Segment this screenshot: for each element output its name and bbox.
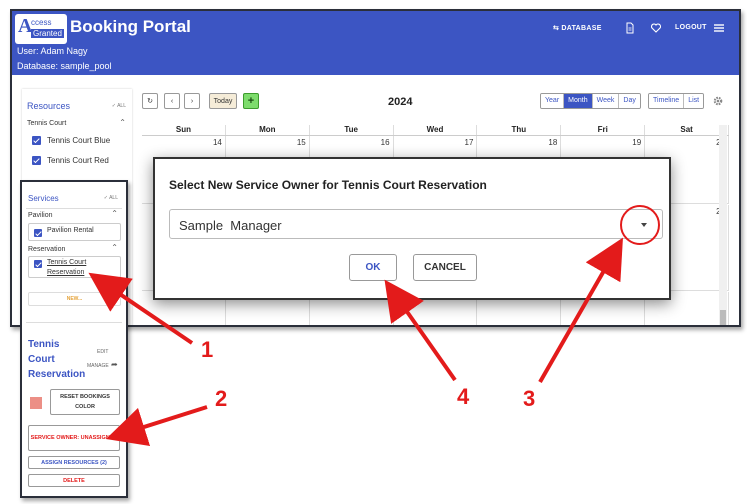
service-owner-dialog: Select New Service Owner for Tennis Cour… bbox=[153, 157, 671, 300]
services-panel: Services ✓ ALL Pavilion ⌃ Pavilion Renta… bbox=[20, 180, 128, 498]
service-card-tennis-court-reservation[interactable]: Tennis Court Reservation bbox=[28, 256, 121, 278]
service-item[interactable]: Tennis Court Reservation bbox=[34, 258, 102, 278]
calendar-scrollbar[interactable] bbox=[719, 125, 727, 325]
divider bbox=[26, 322, 122, 323]
checkbox-checked-icon[interactable] bbox=[34, 260, 42, 268]
service-item-link[interactable]: Tennis Court Reservation bbox=[47, 258, 102, 278]
logout-button[interactable]: LOGOUT bbox=[675, 24, 707, 31]
resources-heading[interactable]: Resources bbox=[27, 101, 70, 111]
settings-gear-icon[interactable] bbox=[712, 95, 724, 107]
view-switcher: Year Month Week Day bbox=[540, 93, 641, 109]
arrow-2 bbox=[105, 405, 208, 447]
services-heading[interactable]: Services bbox=[28, 194, 59, 203]
scrollbar-thumb[interactable] bbox=[720, 310, 726, 325]
logo-text-top: ccess bbox=[31, 18, 52, 27]
service-group-reservation: Reservation bbox=[28, 246, 66, 253]
menu-icon[interactable] bbox=[713, 22, 725, 34]
chevron-up-icon[interactable]: ⌃ bbox=[111, 209, 118, 218]
assign-resources-button[interactable]: ASSIGN RESOURCES (2) bbox=[28, 456, 120, 469]
service-item-label: Pavilion Rental bbox=[47, 227, 94, 234]
view-list-button[interactable]: List bbox=[684, 94, 704, 108]
day-number: 18 bbox=[548, 138, 558, 147]
current-user: User: Adam Nagy bbox=[17, 46, 88, 56]
next-button[interactable]: › bbox=[184, 93, 200, 109]
resource-item-label: Tennis Court Red bbox=[47, 156, 109, 165]
day-number: 17 bbox=[464, 138, 474, 147]
add-booking-button[interactable]: + bbox=[243, 93, 259, 109]
new-service-button[interactable]: NEW... bbox=[28, 292, 121, 306]
day-number: 14 bbox=[212, 138, 222, 147]
booking-color-swatch[interactable] bbox=[30, 397, 42, 409]
edit-link[interactable]: EDIT bbox=[97, 349, 108, 355]
view-month-button[interactable]: Month bbox=[564, 94, 593, 108]
view-year-button[interactable]: Year bbox=[541, 94, 565, 108]
resource-item-tennis-court-red[interactable]: Tennis Court Red bbox=[32, 156, 109, 165]
resource-group-label: Tennis Court bbox=[27, 120, 67, 127]
view-week-button[interactable]: Week bbox=[592, 94, 620, 108]
weekday-thu: Thu bbox=[477, 125, 562, 135]
checkbox-checked-icon[interactable] bbox=[34, 229, 42, 237]
refresh-button[interactable]: ↻ bbox=[142, 93, 158, 109]
weekday-fri: Fri bbox=[561, 125, 646, 135]
weekday-wed: Wed bbox=[394, 125, 478, 135]
weekday-sat: Sat bbox=[645, 125, 730, 135]
service-card-pavilion-rental[interactable]: Pavilion Rental bbox=[28, 223, 121, 241]
screenshot: A ccess Granted Booking Portal User: Ada… bbox=[0, 0, 747, 504]
view-timeline-button[interactable]: Timeline bbox=[649, 94, 685, 108]
dropdown-highlight-circle bbox=[620, 205, 660, 245]
weekday-sun: Sun bbox=[142, 125, 226, 135]
selected-owner-value: Sample Manager bbox=[179, 218, 282, 233]
selected-service-name: Tennis Court Reservation bbox=[28, 339, 86, 380]
checkbox-checked-icon[interactable] bbox=[32, 156, 41, 165]
divider bbox=[26, 208, 122, 209]
service-owner-select[interactable]: Sample Manager bbox=[169, 209, 663, 239]
weekday-mon: Mon bbox=[226, 125, 310, 135]
cancel-button[interactable]: CANCEL bbox=[413, 254, 477, 281]
prev-button[interactable]: ‹ bbox=[164, 93, 180, 109]
weekday-tue: Tue bbox=[310, 125, 394, 135]
resource-item-tennis-court-blue[interactable]: Tennis Court Blue bbox=[32, 136, 110, 145]
service-owner-button[interactable]: SERVICE OWNER: UNASSIGNED bbox=[28, 425, 120, 451]
service-item[interactable]: Pavilion Rental bbox=[34, 227, 94, 237]
access-granted-logo[interactable]: A ccess Granted bbox=[15, 14, 67, 44]
calendar-weekday-header: Sun Mon Tue Wed Thu Fri Sat bbox=[142, 125, 730, 136]
database-button[interactable]: ⇆ DATABASE bbox=[553, 24, 602, 32]
day-number: 15 bbox=[296, 138, 306, 147]
day-number: 19 bbox=[632, 138, 642, 147]
calendar-year: 2024 bbox=[388, 96, 413, 108]
app-header: A ccess Granted Booking Portal User: Ada… bbox=[12, 11, 739, 75]
delete-service-button[interactable]: DELETE bbox=[28, 474, 120, 487]
annotation-number-2: 2 bbox=[215, 386, 228, 411]
annotation-number-3: 3 bbox=[523, 386, 536, 411]
view-day-button[interactable]: Day bbox=[619, 94, 640, 108]
services-select-all[interactable]: ✓ ALL bbox=[104, 195, 118, 201]
dialog-title: Select New Service Owner for Tennis Cour… bbox=[169, 178, 487, 192]
chevron-up-icon[interactable]: ⌃ bbox=[119, 118, 126, 127]
heart-icon[interactable] bbox=[650, 22, 662, 34]
ok-button[interactable]: OK bbox=[349, 254, 397, 281]
annotation-number-4: 4 bbox=[457, 384, 470, 409]
reset-bookings-color-button[interactable]: RESET BOOKINGS COLOR bbox=[50, 389, 120, 415]
today-button[interactable]: Today bbox=[209, 93, 237, 109]
day-number: 16 bbox=[380, 138, 390, 147]
resource-item-label: Tennis Court Blue bbox=[47, 136, 111, 145]
alt-view-switcher: Timeline List bbox=[648, 93, 705, 109]
logo-text-bottom: Granted bbox=[31, 29, 64, 38]
app-title: Booking Portal bbox=[70, 17, 191, 36]
share-arrow-icon[interactable]: ➦ bbox=[111, 360, 118, 369]
resources-select-all[interactable]: ✓ ALL bbox=[112, 103, 126, 109]
annotation-number-1: 1 bbox=[201, 337, 214, 362]
current-database: Database: sample_pool bbox=[17, 61, 112, 71]
chevron-up-icon[interactable]: ⌃ bbox=[111, 243, 118, 252]
checkbox-checked-icon[interactable] bbox=[32, 136, 41, 145]
service-group-pavilion: Pavilion bbox=[28, 212, 53, 219]
manage-link[interactable]: MANAGE bbox=[87, 363, 109, 369]
document-icon[interactable] bbox=[624, 22, 636, 34]
